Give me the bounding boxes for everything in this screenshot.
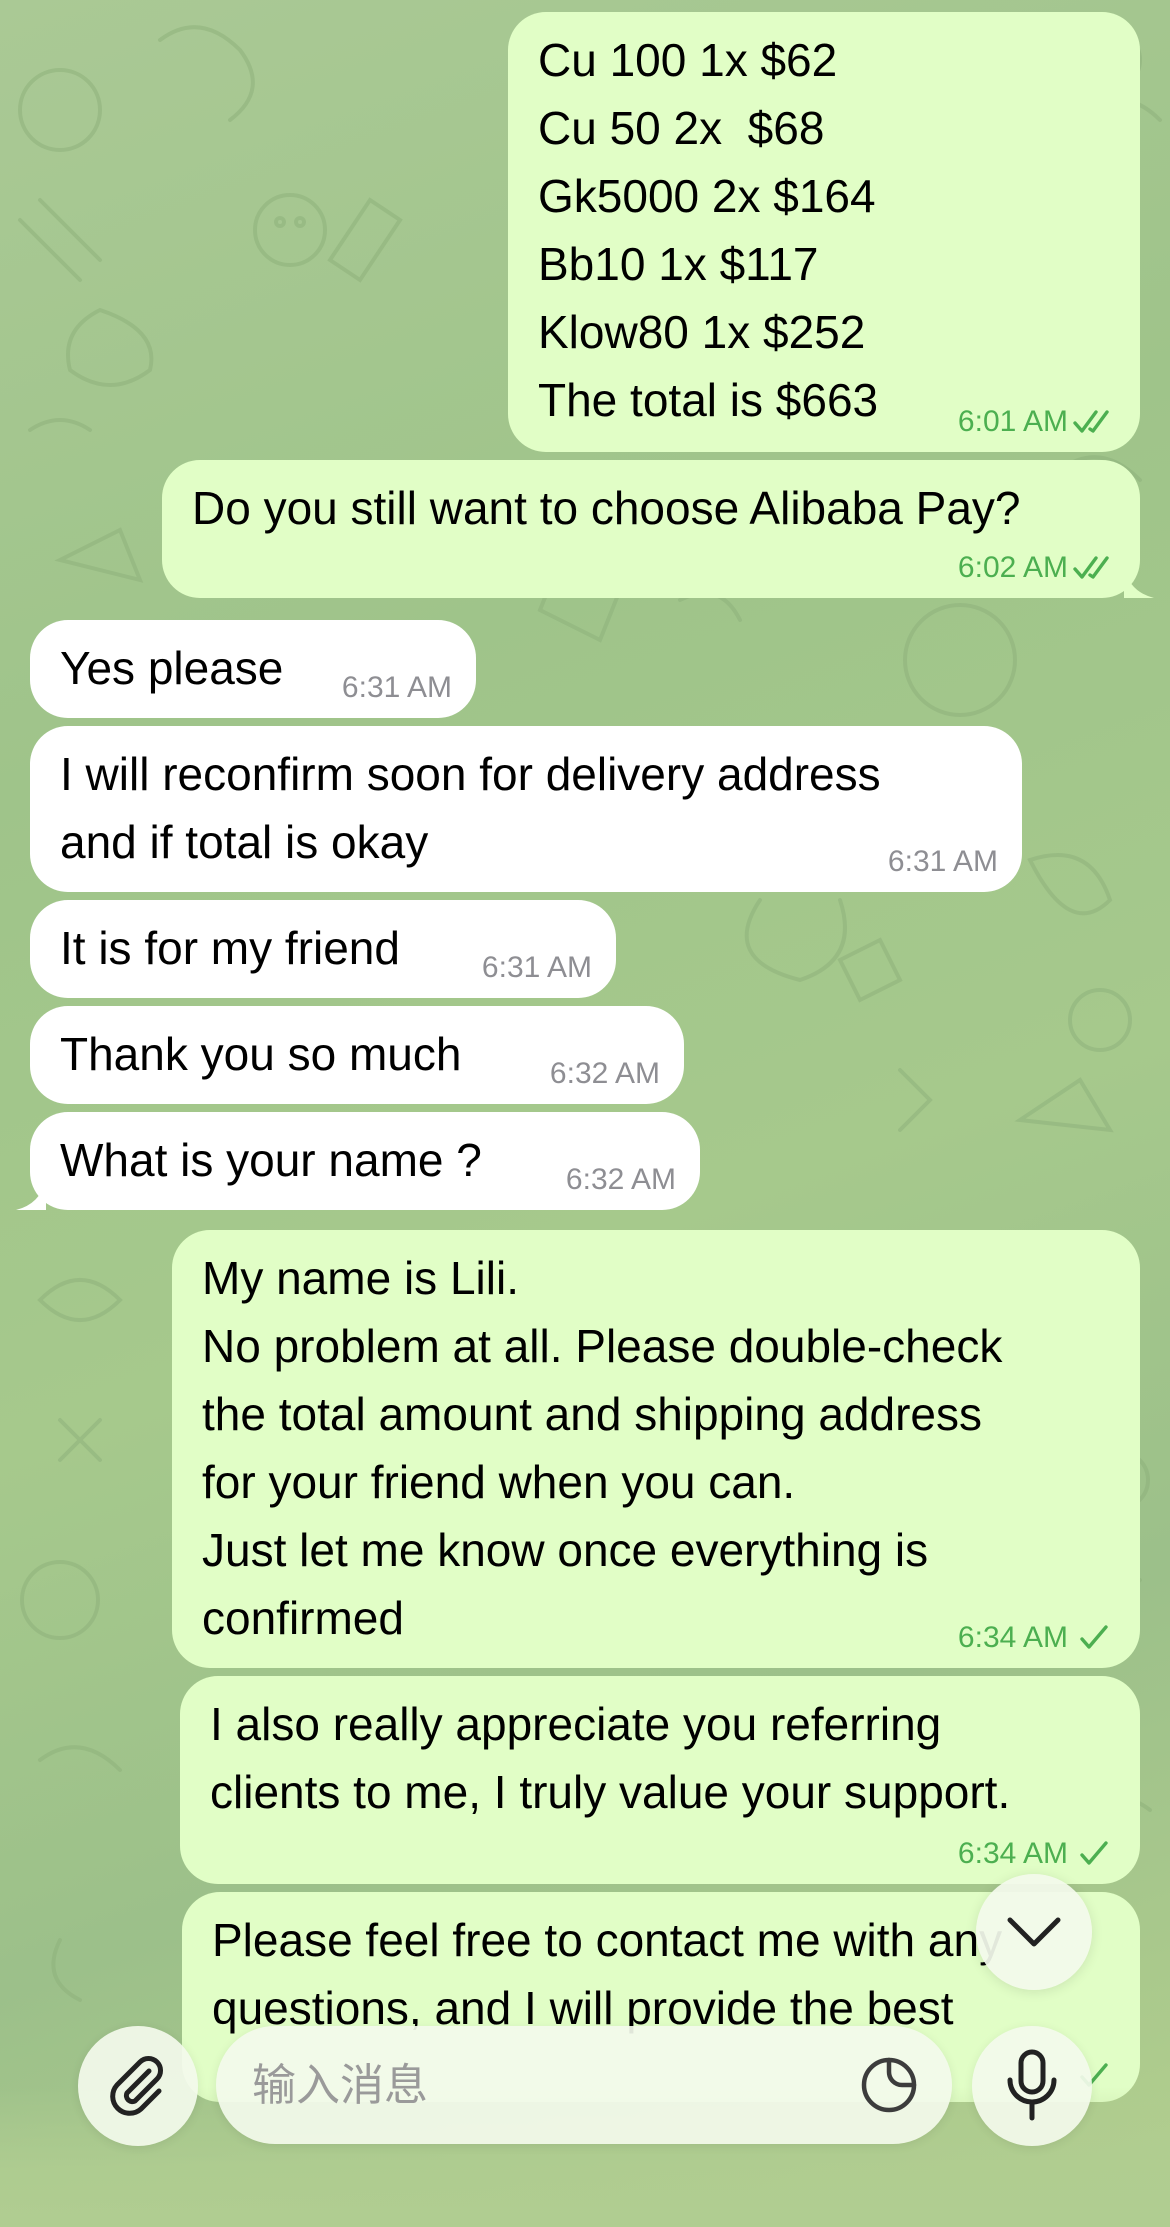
message-bubble-incoming[interactable]: Thank you so much 6:32 AM [30, 1006, 684, 1104]
microphone-icon [1007, 2049, 1057, 2121]
message-text: Do you still want to choose Alibaba Pay? [192, 482, 1021, 534]
message-meta: 6:32 AM [550, 1056, 660, 1092]
message-meta: 6:34 AM [958, 1620, 1116, 1656]
message-text: Cu 100 1x $62 Cu 50 2x $68 Gk5000 2x $16… [538, 34, 879, 426]
message-input-container[interactable] [216, 2026, 952, 2144]
message-meta: 6:02 AM [958, 550, 1116, 586]
message-meta: 6:31 AM [342, 670, 452, 706]
message-text: My name is Lili. No problem at all. Plea… [202, 1252, 1003, 1644]
message-text: I also really appreciate you referring c… [210, 1698, 1011, 1818]
single-check-icon [1080, 1841, 1108, 1865]
sticker-button[interactable] [856, 2052, 922, 2118]
message-meta: 6:32 AM [566, 1162, 676, 1198]
message-meta: 6:31 AM [482, 950, 592, 986]
message-time: 6:34 AM [957, 1621, 1068, 1654]
message-bubble-incoming[interactable]: What is your name ? 6:32 AM [16, 1112, 700, 1210]
bubble-tail [16, 1180, 46, 1210]
paperclip-icon [110, 2056, 163, 2116]
message-bubble-incoming[interactable]: Yes please 6:31 AM [30, 620, 476, 718]
bubble-tail [1124, 568, 1154, 598]
message-bubble-outgoing[interactable]: My name is Lili. No problem at all. Plea… [172, 1230, 1140, 1668]
message-meta: 6:34 AM [958, 1836, 1116, 1872]
message-time: 6:31 AM [481, 951, 592, 984]
message-time: 6:01 AM [957, 405, 1068, 438]
double-check-icon [1073, 410, 1109, 433]
message-time: 6:34 AM [957, 1837, 1068, 1870]
double-check-icon [1073, 556, 1109, 579]
message-time: 6:32 AM [565, 1163, 676, 1196]
message-input[interactable] [252, 2048, 812, 2122]
message-bubble-outgoing[interactable]: Cu 100 1x $62 Cu 50 2x $68 Gk5000 2x $16… [508, 12, 1140, 452]
single-check-icon [1080, 1625, 1108, 1649]
message-time: 6:32 AM [549, 1057, 660, 1090]
sticker-icon [861, 2057, 917, 2113]
attach-button[interactable] [78, 2026, 198, 2146]
voice-record-button[interactable] [972, 2026, 1092, 2146]
scroll-to-bottom-button[interactable] [976, 1874, 1092, 1990]
message-bubble-incoming[interactable]: It is for my friend 6:31 AM [30, 900, 616, 998]
message-meta: 6:01 AM [958, 404, 1116, 440]
message-bubble-outgoing[interactable]: Do you still want to choose Alibaba Pay?… [162, 460, 1154, 598]
message-text: I will reconfirm soon for delivery addre… [60, 748, 881, 868]
message-meta: 6:31 AM [888, 844, 998, 880]
chevron-down-icon [1007, 1917, 1061, 1947]
message-time: 6:31 AM [341, 671, 452, 704]
message-bubble-outgoing[interactable]: I also really appreciate you referring c… [180, 1676, 1140, 1884]
message-time: 6:02 AM [957, 551, 1068, 584]
message-time: 6:31 AM [887, 845, 998, 878]
message-bubble-incoming[interactable]: I will reconfirm soon for delivery addre… [30, 726, 1022, 892]
